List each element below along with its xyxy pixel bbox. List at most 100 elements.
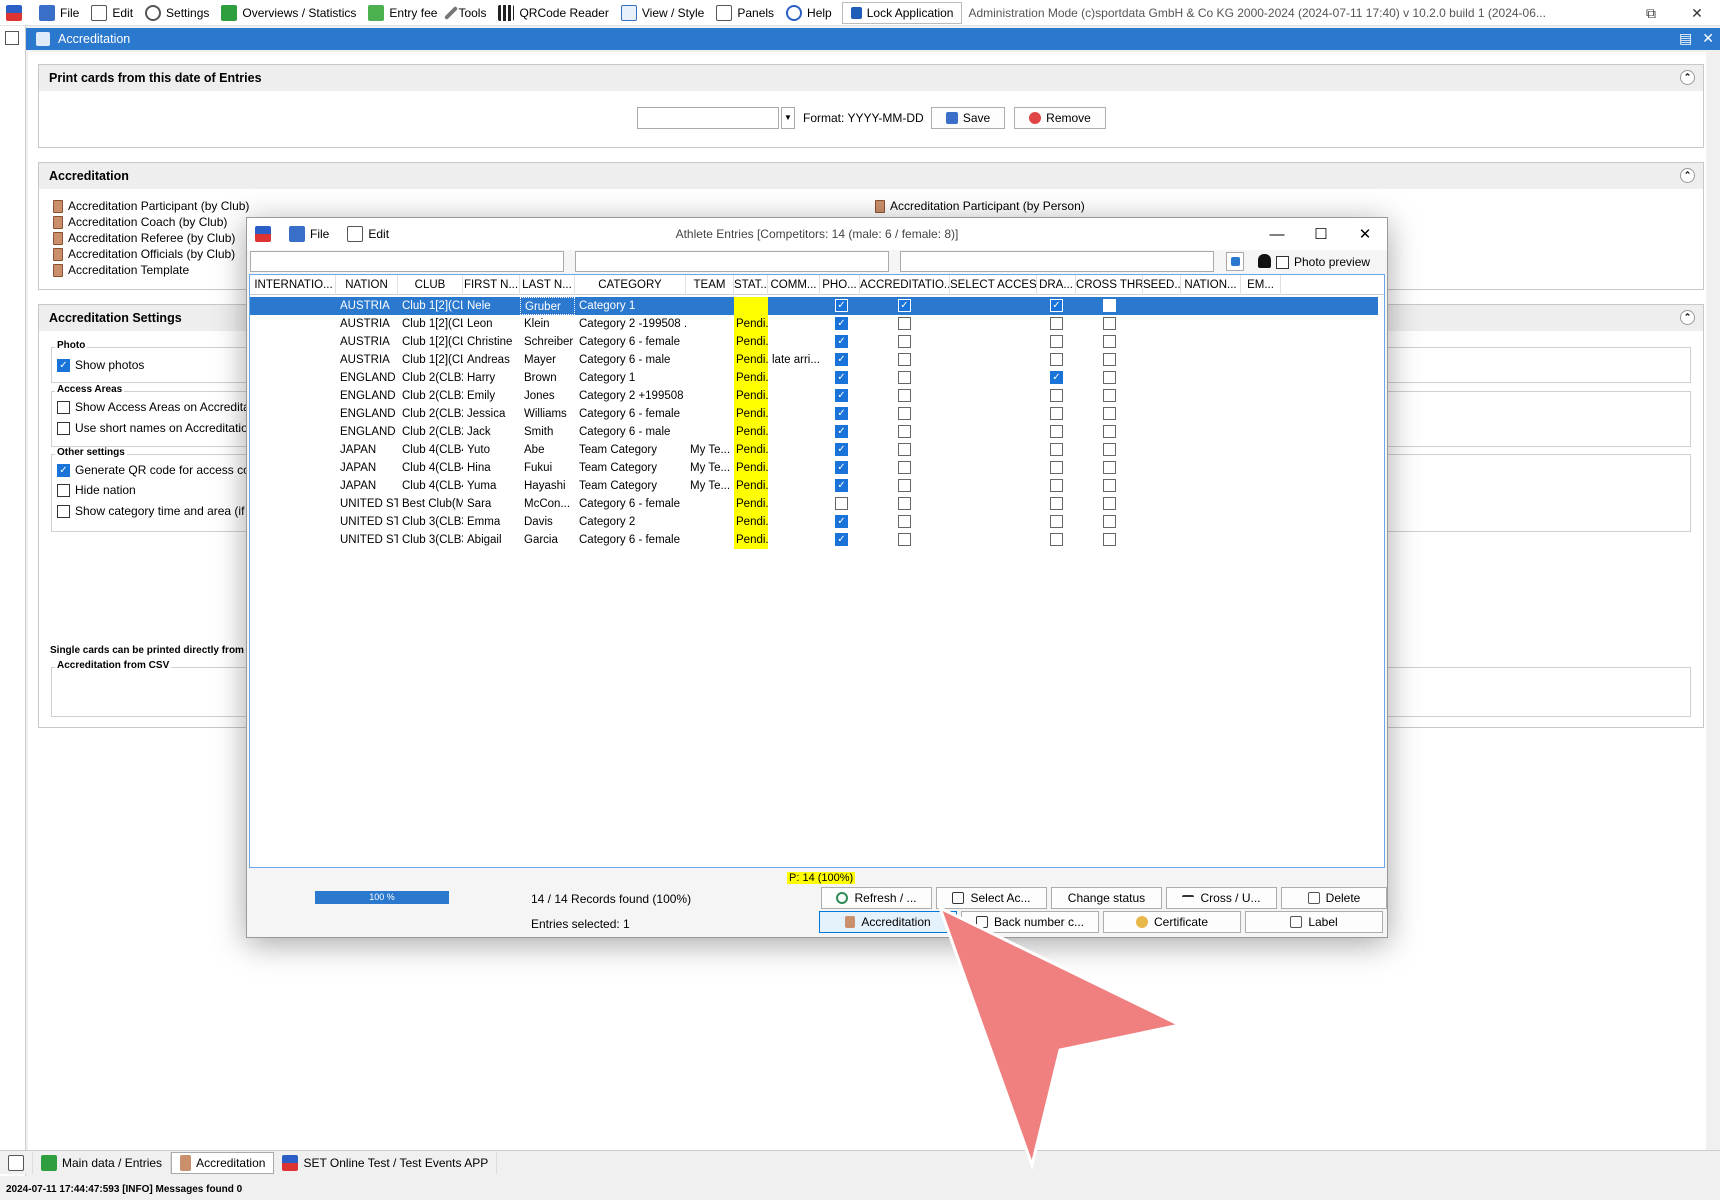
checkbox-accred[interactable] — [898, 425, 911, 438]
column-header[interactable]: DRA... — [1037, 275, 1076, 295]
cell-status[interactable]: Pendi... — [734, 333, 768, 351]
checkbox-photo[interactable]: ✓ — [835, 443, 848, 456]
checkbox-draw[interactable] — [1050, 461, 1063, 474]
column-header[interactable]: INTERNATIO... — [252, 275, 336, 295]
table-row[interactable]: ENGLANDClub 2(CLB2)JackSmithCategory 6 -… — [250, 423, 1378, 441]
checkbox-cross[interactable] — [1103, 407, 1116, 420]
menu-file[interactable]: File — [33, 0, 85, 25]
cell-club[interactable]: Club 2(CLB2) — [398, 423, 463, 441]
cell-category[interactable]: Category 1 — [575, 369, 686, 387]
column-header[interactable]: ACCREDITATIO... — [860, 275, 950, 295]
cell-comment[interactable] — [768, 495, 820, 513]
cell-first[interactable]: Emma — [463, 513, 520, 531]
menu-overviews[interactable]: Overviews / Statistics — [215, 0, 362, 25]
menu-help[interactable]: Help — [780, 0, 838, 25]
checkbox-cross[interactable] — [1103, 515, 1116, 528]
cell-status[interactable]: Pendi... — [734, 513, 768, 531]
cell-category[interactable]: Team Category — [575, 441, 686, 459]
show-category-time-checkbox[interactable]: Show category time and area (if a — [57, 504, 254, 518]
link-participant-by-club[interactable]: Accreditation Participant (by Club) — [53, 198, 249, 214]
cell-team[interactable]: My Te... — [686, 441, 734, 459]
cell-team[interactable] — [686, 297, 734, 315]
cell-comment[interactable] — [768, 297, 820, 315]
cell-comment[interactable] — [768, 333, 820, 351]
use-short-names-checkbox[interactable]: Use short names on Accreditatio — [57, 421, 248, 435]
cell-last[interactable]: Abe — [520, 441, 575, 459]
checkbox-accred[interactable] — [898, 443, 911, 456]
cell-first[interactable]: Emily — [463, 387, 520, 405]
checkbox-accred[interactable] — [898, 533, 911, 546]
checkbox-accred[interactable] — [898, 353, 911, 366]
checkbox-draw[interactable] — [1050, 497, 1063, 510]
cell-comment[interactable] — [768, 369, 820, 387]
table-row[interactable]: UNITED ST...Best Club(M...SaraMcCon...Ca… — [250, 495, 1378, 513]
cell-category[interactable]: Category 2 +199508 ... — [575, 387, 686, 405]
cell-team[interactable] — [686, 405, 734, 423]
cell-first[interactable]: Jessica — [463, 405, 520, 423]
cell-first[interactable]: Leon — [463, 315, 520, 333]
panel-close-icon[interactable]: ✕ — [1702, 30, 1714, 47]
cell-comment[interactable] — [768, 315, 820, 333]
checkbox-photo[interactable]: ✓ — [835, 425, 848, 438]
collapse-icon[interactable]: ⌃ — [1680, 70, 1695, 85]
cell-nation[interactable]: UNITED ST... — [336, 513, 398, 531]
cell-category[interactable]: Team Category — [575, 477, 686, 495]
cell-last[interactable]: Fukui — [520, 459, 575, 477]
cell-club[interactable]: Club 2(CLB2) — [398, 369, 463, 387]
menu-entry-fee[interactable]: Entry fee — [362, 0, 443, 25]
checkbox-draw[interactable] — [1050, 479, 1063, 492]
checkbox-accred[interactable] — [898, 497, 911, 510]
cell-last[interactable]: Hayashi — [520, 477, 575, 495]
checkbox-accred[interactable] — [898, 389, 911, 402]
table-row[interactable]: UNITED ST...Club 3(CLB3)AbigailGarciaCat… — [250, 531, 1378, 549]
checkbox-photo[interactable]: ✓ — [835, 533, 848, 546]
accreditation-button[interactable]: Accreditation — [819, 911, 957, 933]
column-header[interactable]: SELECT ACCESS... — [950, 275, 1037, 295]
table-row[interactable]: AUSTRIAClub 1[2](CL...ChristineSchreiber… — [250, 333, 1378, 351]
cell-category[interactable]: Category 6 - female — [575, 531, 686, 549]
column-header[interactable]: LAST N... — [520, 275, 575, 295]
table-row[interactable]: AUSTRIAClub 1[2](CL...AndreasMayerCatego… — [250, 351, 1378, 369]
checkbox-cross[interactable] — [1103, 353, 1116, 366]
link-template[interactable]: Accreditation Template — [53, 262, 249, 278]
label-button[interactable]: Label — [1245, 911, 1383, 933]
checkbox-draw[interactable] — [1050, 515, 1063, 528]
checkbox-cross[interactable] — [1103, 443, 1116, 456]
cell-team[interactable] — [686, 333, 734, 351]
cell-club[interactable]: Club 4(CLB4) — [398, 477, 463, 495]
cell-category[interactable]: Category 1 — [575, 297, 686, 315]
checkbox-draw[interactable] — [1050, 389, 1063, 402]
cell-first[interactable]: Yuto — [463, 441, 520, 459]
cell-first[interactable]: Abigail — [463, 531, 520, 549]
cell-club[interactable]: Club 4(CLB4) — [398, 441, 463, 459]
menu-qrcode[interactable]: QRCode Reader — [492, 0, 614, 25]
show-photos-checkbox[interactable]: ✓ Show photos — [57, 358, 144, 372]
cell-status[interactable]: Pendi... — [734, 405, 768, 423]
cell-category[interactable]: Category 6 - female — [575, 405, 686, 423]
cell-comment[interactable] — [768, 387, 820, 405]
cell-category[interactable]: Category 2 — [575, 513, 686, 531]
photo-preview-checkbox[interactable]: Photo preview — [1276, 255, 1370, 269]
checkbox-photo[interactable]: ✓ — [835, 335, 848, 348]
cell-nation[interactable]: ENGLAND — [336, 405, 398, 423]
checkbox-draw[interactable] — [1050, 533, 1063, 546]
menu-settings[interactable]: Settings — [139, 0, 215, 25]
column-header[interactable]: NATION... — [1181, 275, 1241, 295]
checkbox-photo[interactable]: ✓ — [835, 479, 848, 492]
menu-edit[interactable]: Edit — [85, 0, 139, 25]
table-row[interactable]: ENGLANDClub 2(CLB2)HarryBrownCategory 1 P… — [250, 369, 1378, 387]
cell-status[interactable]: Pendi... — [734, 297, 768, 315]
cell-category[interactable]: Category 6 - male — [575, 423, 686, 441]
table-row[interactable]: JAPANClub 4(CLB4)YutoAbeTeam CategoryMy … — [250, 441, 1378, 459]
cell-nation[interactable]: JAPAN — [336, 477, 398, 495]
menu-view[interactable]: View / Style — [615, 0, 710, 25]
link-participant-by-person[interactable]: Accreditation Participant (by Person) — [875, 198, 1085, 214]
cell-last[interactable]: Gruber — [520, 297, 575, 315]
cell-first[interactable]: Andreas — [463, 351, 520, 369]
cell-team[interactable]: My Te... — [686, 459, 734, 477]
checkbox-accred[interactable] — [898, 461, 911, 474]
minimize-button[interactable]: — — [1255, 218, 1299, 250]
link-coach-by-club[interactable]: Accreditation Coach (by Club) — [53, 214, 249, 230]
date-dropdown[interactable]: ▼ — [781, 107, 795, 129]
cell-team[interactable] — [686, 423, 734, 441]
